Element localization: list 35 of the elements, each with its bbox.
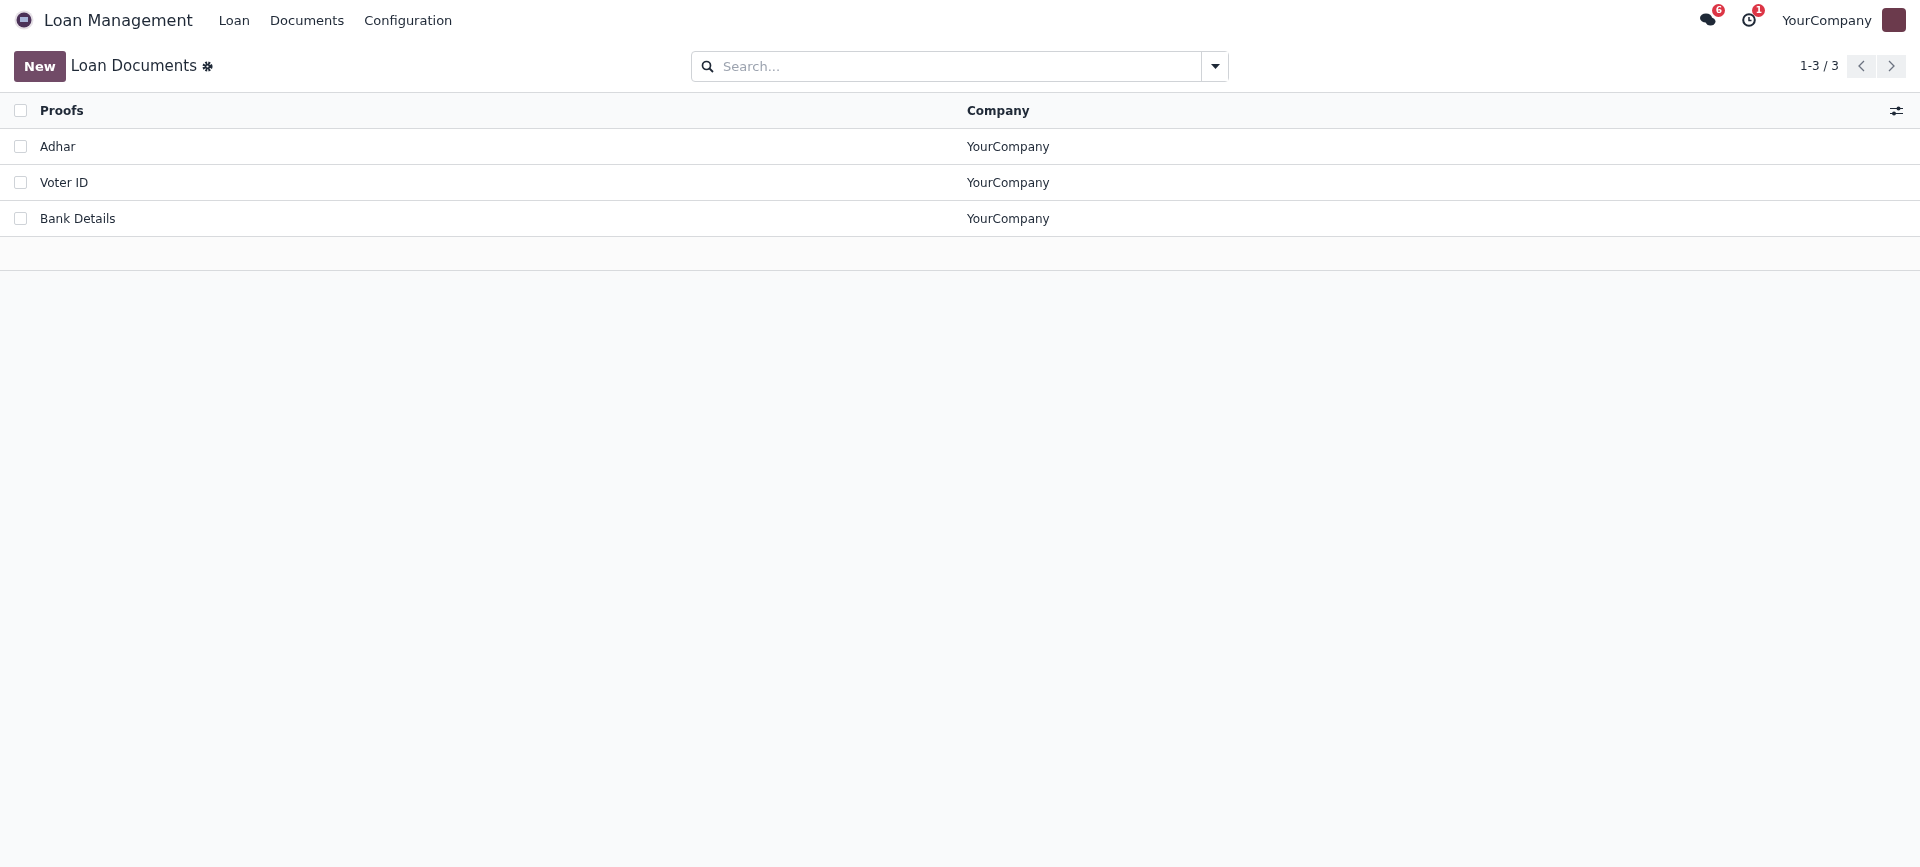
- menu-item[interactable]: Configuration: [354, 12, 463, 28]
- menu-item[interactable]: Documents: [260, 12, 355, 28]
- row-checkbox[interactable]: [14, 212, 27, 225]
- app-logo-icon: [14, 10, 34, 30]
- user-avatar[interactable]: [1882, 8, 1906, 32]
- table-cell-text: Voter ID: [40, 175, 90, 190]
- next-page-button[interactable]: [1877, 54, 1906, 78]
- table-cell-text: Adhar: [40, 139, 77, 154]
- message-count-badge: 6: [1712, 4, 1726, 17]
- new-button[interactable]: New: [14, 50, 66, 82]
- page-title: Loan Documents: [70, 57, 197, 75]
- chevron-left-icon: [1858, 60, 1865, 72]
- search-icon: [701, 59, 714, 73]
- chat-icon[interactable]: [1700, 13, 1717, 27]
- select-all-checkbox[interactable]: [14, 104, 27, 117]
- app-name[interactable]: Loan Management: [44, 10, 193, 30]
- gear-icon[interactable]: [202, 60, 213, 72]
- company-name[interactable]: YourCompany: [1782, 12, 1872, 28]
- activity-count-badge: 1: [1752, 4, 1766, 17]
- row-checkbox[interactable]: [14, 140, 27, 153]
- row-checkbox[interactable]: [14, 176, 27, 189]
- previous-page-button[interactable]: [1847, 54, 1876, 78]
- table-cell-text: Bank Details: [40, 211, 117, 226]
- caret-down-icon: [1210, 63, 1220, 69]
- column-header[interactable]: Proofs: [40, 103, 967, 118]
- table-cell-text: YourCompany: [967, 211, 1051, 226]
- pager-counter[interactable]: 1-3 / 3: [1800, 59, 1839, 73]
- column-header[interactable]: Company: [967, 103, 1890, 118]
- clock-icon[interactable]: [1742, 13, 1757, 27]
- search-options-button[interactable]: [1201, 51, 1228, 81]
- menu-item[interactable]: Loan: [208, 12, 261, 28]
- table-cell-text: YourCompany: [967, 139, 1051, 154]
- sliders-icon[interactable]: [1890, 104, 1903, 117]
- chevron-right-icon: [1888, 60, 1895, 72]
- table-cell-text: YourCompany: [967, 175, 1051, 190]
